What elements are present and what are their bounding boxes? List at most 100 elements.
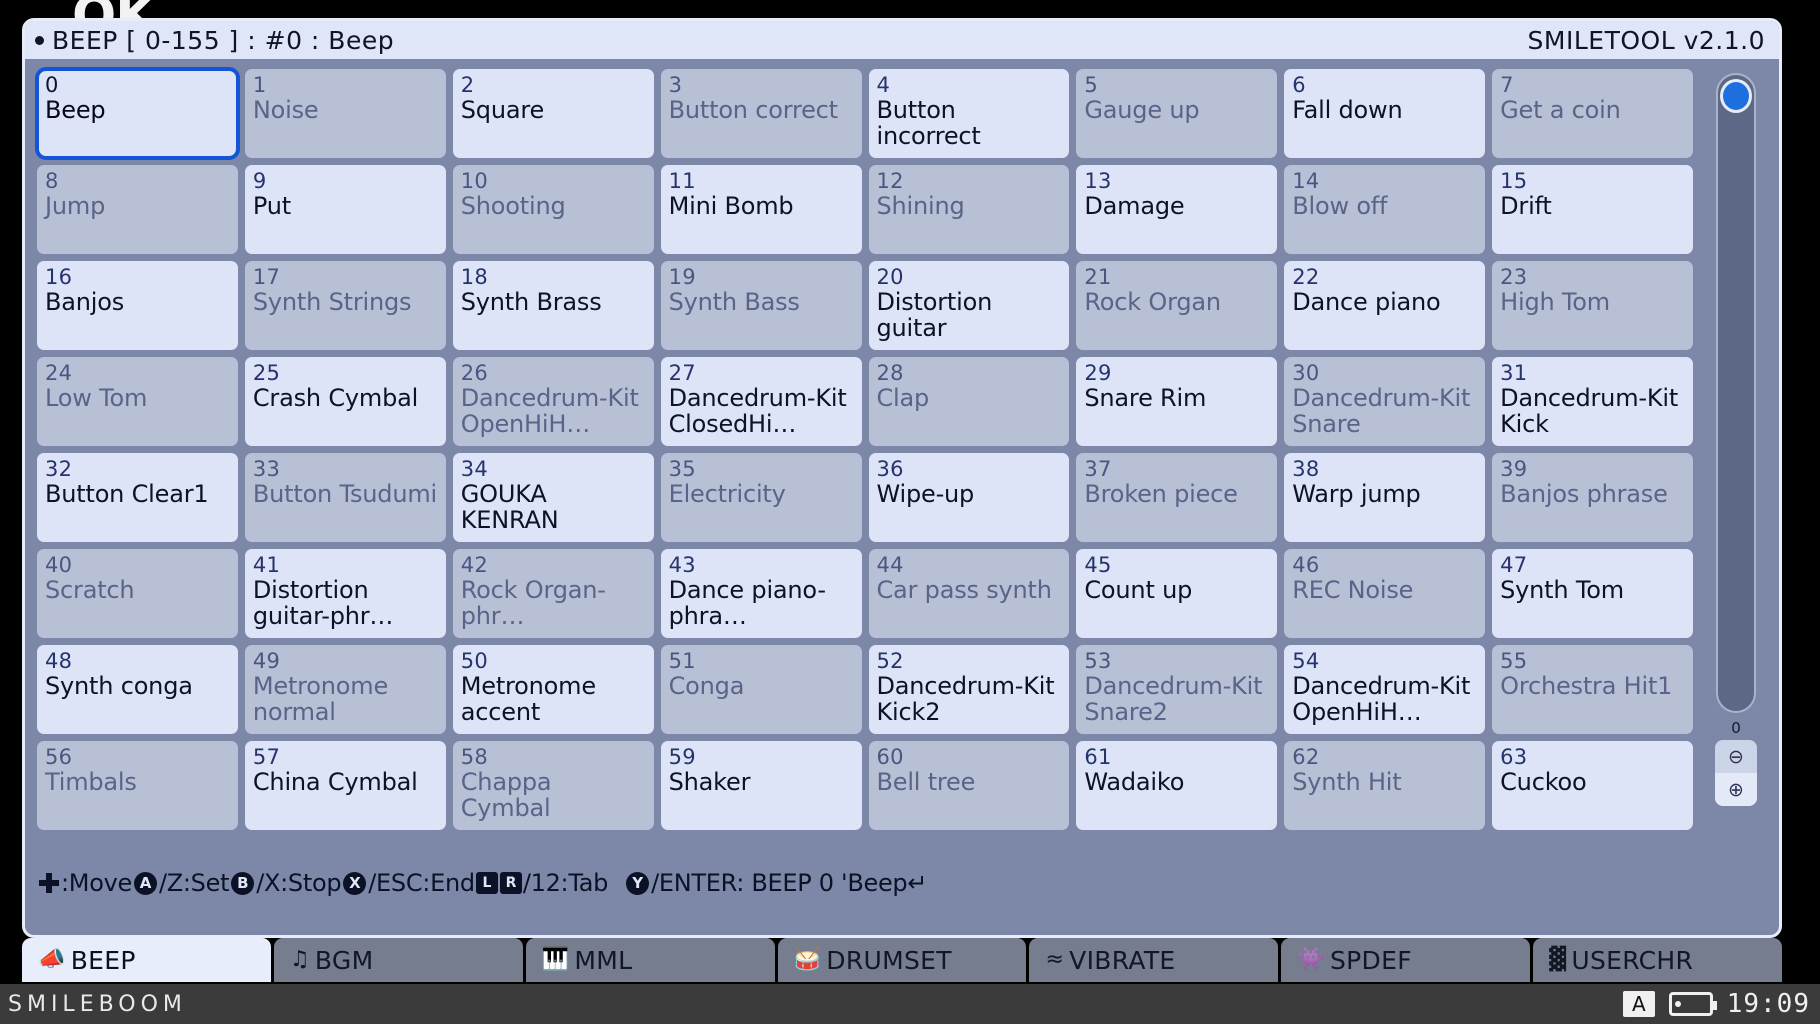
beep-cell-number: 33	[252, 457, 281, 481]
beep-cell-56[interactable]: 56 Timbals	[37, 741, 238, 830]
beep-cell-27[interactable]: 27 Dancedrum-Kit ClosedHi…	[660, 357, 862, 446]
beep-cell-22[interactable]: 22 Dance piano	[1284, 261, 1486, 350]
beep-cell-48[interactable]: 48 Synth conga	[37, 645, 238, 734]
beep-cell-label: Dancedrum-Kit Kick2	[876, 672, 1055, 726]
beep-cell-25[interactable]: 25 Crash Cymbal	[244, 357, 446, 446]
beep-cell-4[interactable]: 4 Button incorrect	[868, 69, 1070, 158]
vertical-scrollbar[interactable]	[1716, 73, 1756, 713]
beep-cell-49[interactable]: 49 Metronome normal	[244, 645, 446, 734]
beep-cell-58[interactable]: 58 Chappa Cymbal	[452, 741, 654, 830]
tab-drumset[interactable]: 🥁 DRUMSET	[777, 938, 1027, 982]
beep-cell-15[interactable]: 15 Drift	[1492, 165, 1693, 254]
beep-cell-42[interactable]: 42 Rock Organ-phr…	[452, 549, 654, 638]
tab-userchr[interactable]: ▓ USERCHR	[1533, 938, 1783, 982]
beep-cell-number: 56	[45, 745, 73, 769]
beep-cell-5[interactable]: 5 Gauge up	[1076, 69, 1278, 158]
beep-cell-33[interactable]: 33 Button Tsudumi	[244, 453, 446, 542]
beep-cell-1[interactable]: 1 Noise	[244, 69, 446, 158]
beep-cell-45[interactable]: 45 Count up	[1076, 549, 1278, 638]
beep-cell-16[interactable]: 16 Banjos	[37, 261, 238, 350]
beep-cell-63[interactable]: 63 Cuckoo	[1492, 741, 1693, 830]
beep-cell-50[interactable]: 50 Metronome accent	[452, 645, 654, 734]
beep-cell-52[interactable]: 52 Dancedrum-Kit Kick2	[868, 645, 1070, 734]
beep-cell-59[interactable]: 59 Shaker	[660, 741, 862, 830]
beep-cell-label: Shining	[876, 192, 965, 220]
beep-cell-26[interactable]: 26 Dancedrum-Kit OpenHiH…	[452, 357, 654, 446]
tab-mml[interactable]: 🎹 MML	[525, 938, 775, 982]
tab-beep[interactable]: 📣 BEEP	[22, 938, 271, 982]
beep-cell-label: Distortion guitar	[876, 288, 993, 342]
beep-cell-36[interactable]: 36 Wipe-up	[868, 453, 1070, 542]
beep-cell-9[interactable]: 9 Put	[244, 165, 446, 254]
beep-cell-label: Conga	[668, 672, 745, 700]
beep-cell-2[interactable]: 2 Square	[452, 69, 654, 158]
beep-cell-47[interactable]: 47 Synth Tom	[1492, 549, 1693, 638]
beep-cell-55[interactable]: 55 Orchestra Hit1	[1492, 645, 1693, 734]
beep-cell-54[interactable]: 54 Dancedrum-Kit OpenHiH…	[1284, 645, 1486, 734]
grid-row: 16 Banjos 17 Synth Strings 18 Synth Brass 19 Sy…	[37, 261, 1693, 350]
beep-cell-number: 38	[1292, 457, 1320, 481]
button-l-icon: L	[475, 872, 498, 894]
beep-cell-28[interactable]: 28 Clap	[868, 357, 1070, 446]
beep-cell-19[interactable]: 19 Synth Bass	[660, 261, 862, 350]
beep-cell-38[interactable]: 38 Warp jump	[1284, 453, 1486, 542]
scroll-increment-button[interactable]: ⊕	[1715, 773, 1757, 806]
beep-cell-46[interactable]: 46 REC Noise	[1284, 549, 1486, 638]
tab-spdef[interactable]: 👾 SPDEF	[1281, 938, 1531, 982]
beep-cell-23[interactable]: 23 High Tom	[1492, 261, 1693, 350]
scroll-stepper[interactable]: ⊖ ⊕	[1715, 740, 1757, 806]
scrollbar-thumb[interactable]	[1720, 79, 1752, 113]
beep-cell-label: Bell tree	[876, 768, 976, 796]
beep-cell-32[interactable]: 32 Button Clear1	[37, 453, 238, 542]
beep-cell-number: 17	[252, 265, 281, 289]
beep-cell-label: Shooting	[460, 192, 566, 220]
beep-cell-24[interactable]: 24 Low Tom	[37, 357, 238, 446]
beep-cell-label: Count up	[1084, 576, 1193, 604]
beep-cell-12[interactable]: 12 Shining	[868, 165, 1070, 254]
beep-cell-number: 62	[1292, 745, 1320, 769]
beep-cell-40[interactable]: 40 Scratch	[37, 549, 238, 638]
beep-cell-10[interactable]: 10 Shooting	[452, 165, 654, 254]
beep-cell-39[interactable]: 39 Banjos phrase	[1492, 453, 1693, 542]
beep-cell-14[interactable]: 14 Blow off	[1284, 165, 1486, 254]
beep-cell-7[interactable]: 7 Get a coin	[1492, 69, 1693, 158]
beep-cell-37[interactable]: 37 Broken piece	[1076, 453, 1278, 542]
beep-cell-number: 24	[45, 361, 73, 385]
beep-cell-51[interactable]: 51 Conga	[660, 645, 862, 734]
beep-cell-35[interactable]: 35 Electricity	[660, 453, 862, 542]
beep-cell-43[interactable]: 43 Dance piano-phra…	[660, 549, 862, 638]
beep-cell-57[interactable]: 57 China Cymbal	[244, 741, 446, 830]
beep-cell-8[interactable]: 8 Jump	[37, 165, 238, 254]
sprite-icon: 👾	[1297, 947, 1325, 972]
beep-cell-44[interactable]: 44 Car pass synth	[868, 549, 1070, 638]
beep-cell-29[interactable]: 29 Snare Rim	[1076, 357, 1278, 446]
beep-cell-label: Low Tom	[45, 384, 148, 412]
beep-cell-31[interactable]: 31 Dancedrum-Kit Kick	[1492, 357, 1693, 446]
beep-cell-11[interactable]: 11 Mini Bomb	[660, 165, 862, 254]
beep-cell-6[interactable]: 6 Fall down	[1284, 69, 1486, 158]
beep-cell-0[interactable]: 0 Beep	[35, 67, 240, 160]
help-end-label: /ESC:End	[368, 869, 475, 897]
beep-cell-62[interactable]: 62 Synth Hit	[1284, 741, 1486, 830]
beep-cell-21[interactable]: 21 Rock Organ	[1076, 261, 1278, 350]
tab-bgm[interactable]: ♫ BGM	[273, 938, 523, 982]
beep-cell-number: 39	[1500, 457, 1528, 481]
beep-cell-18[interactable]: 18 Synth Brass	[452, 261, 654, 350]
beep-cell-20[interactable]: 20 Distortion guitar	[868, 261, 1070, 350]
beep-cell-17[interactable]: 17 Synth Strings	[244, 261, 446, 350]
beep-cell-30[interactable]: 30 Dancedrum-Kit Snare	[1284, 357, 1486, 446]
beep-cell-3[interactable]: 3 Button correct	[660, 69, 862, 158]
beep-cell-label: Button correct	[668, 96, 838, 124]
beep-cell-53[interactable]: 53 Dancedrum-Kit Snare2	[1076, 645, 1278, 734]
help-move-label: :Move	[61, 869, 132, 897]
bullet-icon	[35, 35, 44, 45]
beep-cell-label: Dancedrum-Kit Snare	[1292, 384, 1471, 438]
beep-cell-13[interactable]: 13 Damage	[1076, 165, 1278, 254]
tab-vibrate[interactable]: ≈ VIBRATE	[1029, 938, 1279, 982]
beep-cell-41[interactable]: 41 Distortion guitar-phr…	[244, 549, 446, 638]
beep-cell-60[interactable]: 60 Bell tree	[868, 741, 1070, 830]
battery-icon	[1668, 992, 1717, 1016]
beep-cell-34[interactable]: 34 GOUKA KENRAN	[452, 453, 654, 542]
scroll-decrement-button[interactable]: ⊖	[1715, 740, 1757, 773]
beep-cell-61[interactable]: 61 Wadaiko	[1076, 741, 1278, 830]
